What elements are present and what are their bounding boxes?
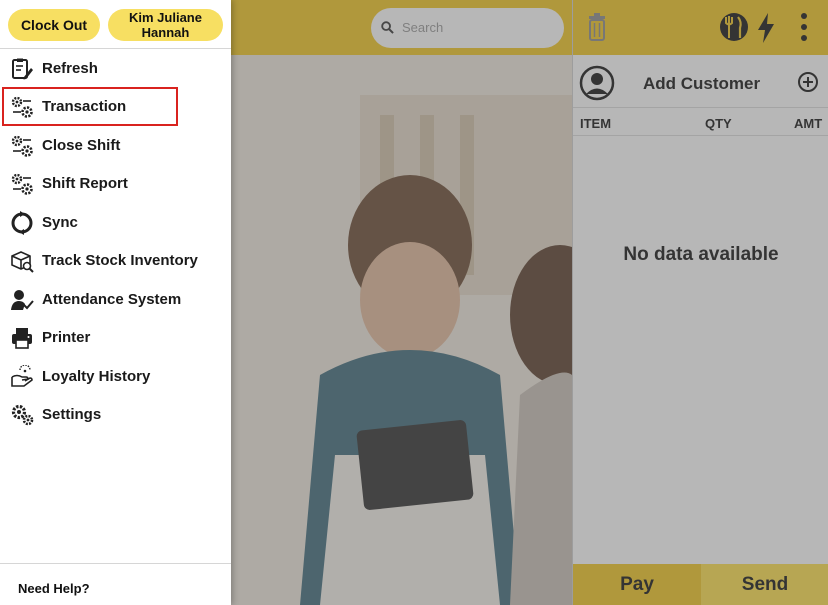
- printer-icon: [12, 328, 32, 349]
- menu-item-shift-report[interactable]: Shift Report: [0, 164, 231, 202]
- drawer-header: Clock Out Kim Juliane Hannah: [0, 0, 231, 49]
- settings-icon: [11, 404, 34, 426]
- gears-icon: [11, 173, 33, 195]
- clock-out-button[interactable]: Clock Out: [8, 9, 100, 41]
- loyalty-icon: [11, 365, 33, 387]
- menu-item-label: Transaction: [42, 98, 127, 115]
- menu-item-label: Close Shift: [42, 137, 121, 154]
- menu-item-label: Sync: [42, 214, 78, 231]
- menu-item-attendance-system[interactable]: Attendance System: [0, 280, 231, 318]
- sync-icon: [11, 211, 33, 235]
- clipboard-edit-icon: [12, 58, 33, 80]
- menu-item-label: Refresh: [42, 60, 98, 77]
- menu-item-track-stock-inventory[interactable]: Track Stock Inventory: [0, 241, 231, 279]
- menu-item-refresh[interactable]: Refresh: [0, 49, 231, 87]
- gears-icon: [11, 135, 33, 157]
- user-name-first: Kim Juliane: [129, 10, 202, 25]
- menu-item-label: Shift Report: [42, 175, 128, 192]
- menu-item-settings[interactable]: Settings: [0, 395, 231, 433]
- drawer-footer: Need Help?: [0, 563, 231, 605]
- menu-item-loyalty-history[interactable]: Loyalty History: [0, 357, 231, 395]
- menu-item-label: Track Stock Inventory: [42, 252, 198, 269]
- navigation-drawer: Clock Out Kim Juliane Hannah Refresh Tra…: [0, 0, 231, 605]
- menu-item-transaction[interactable]: Transaction: [2, 87, 178, 126]
- menu-item-label: Printer: [42, 329, 91, 346]
- user-name-button[interactable]: Kim Juliane Hannah: [108, 9, 223, 41]
- box-search-icon: [11, 251, 34, 273]
- user-check-icon: [11, 290, 34, 310]
- menu-item-sync[interactable]: Sync: [0, 203, 231, 241]
- gears-icon: [11, 96, 33, 118]
- menu-item-label: Settings: [42, 406, 102, 423]
- menu-item-printer[interactable]: Printer: [0, 318, 231, 356]
- menu-item-label: Loyalty History: [42, 368, 151, 385]
- menu-item-close-shift[interactable]: Close Shift: [0, 126, 231, 164]
- user-name-last: Hannah: [141, 25, 190, 40]
- menu-item-label: Attendance System: [42, 291, 182, 308]
- need-help-link[interactable]: Need Help?: [18, 581, 90, 596]
